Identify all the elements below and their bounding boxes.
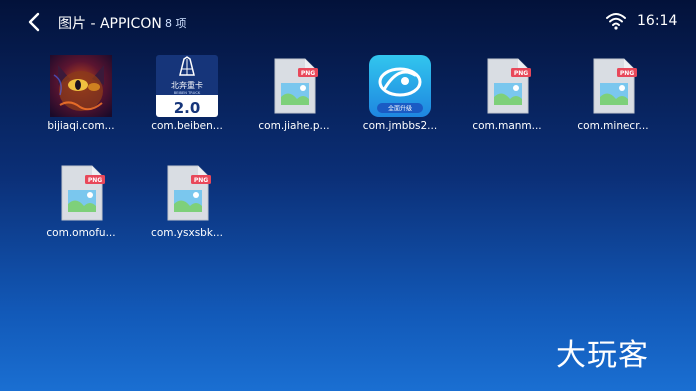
png-file-icon: PNG: [50, 162, 112, 224]
file-item[interactable]: PNG com.manm...: [457, 55, 557, 145]
png-file-icon: PNG: [582, 55, 644, 117]
png-badge: PNG: [514, 70, 528, 77]
jmbbs-app-thumbnail: 全面升级: [369, 55, 431, 117]
cat-photo-thumbnail: [50, 55, 112, 117]
beiben-version: 2.0: [174, 99, 201, 117]
file-item[interactable]: PNG com.jiahe.p...: [244, 55, 344, 145]
file-name: bijiaqi.com...: [47, 120, 115, 132]
file-item[interactable]: PNG com.ysxsbk...: [137, 162, 237, 252]
top-bar: 图片 - APPICON 8 项 16:14: [0, 0, 696, 44]
file-item[interactable]: PNG com.minecr...: [563, 55, 663, 145]
png-file-icon: PNG: [263, 55, 325, 117]
png-file-icon: PNG: [156, 162, 218, 224]
file-item[interactable]: 北奔重卡 BEIBEN TRUCK 2.0 com.beiben...: [137, 55, 237, 145]
wifi-icon: [605, 12, 627, 30]
jmbbs-caption: 全面升级: [388, 105, 412, 113]
file-item[interactable]: PNG com.omofu...: [31, 162, 131, 252]
brand-watermark: 大玩客: [556, 338, 649, 373]
beiben-sub: BEIBEN TRUCK: [174, 91, 201, 95]
file-name: com.ysxsbk...: [151, 227, 223, 239]
png-file-icon: PNG: [476, 55, 538, 117]
file-name: com.omofu...: [46, 227, 116, 239]
file-name: com.jmbbs2...: [362, 120, 438, 132]
file-item[interactable]: bijiaqi.com...: [31, 55, 131, 145]
file-name: com.beiben...: [151, 120, 223, 132]
file-name: com.minecr...: [577, 120, 649, 132]
png-badge: PNG: [301, 70, 315, 77]
file-name: com.jiahe.p...: [258, 120, 330, 132]
beiben-name: 北奔重卡: [171, 80, 203, 90]
page-title: 图片 - APPICON: [58, 16, 162, 32]
file-name: com.manm...: [472, 120, 542, 132]
back-icon[interactable]: [24, 10, 46, 34]
beiben-truck-app-thumbnail: 北奔重卡 BEIBEN TRUCK 2.0: [156, 55, 218, 117]
file-item[interactable]: 全面升级 com.jmbbs2...: [350, 55, 450, 145]
status-time: 16:14: [637, 13, 678, 29]
png-badge: PNG: [620, 70, 634, 77]
png-badge: PNG: [194, 177, 208, 184]
item-count: 8 项: [165, 17, 187, 30]
png-badge: PNG: [88, 177, 102, 184]
